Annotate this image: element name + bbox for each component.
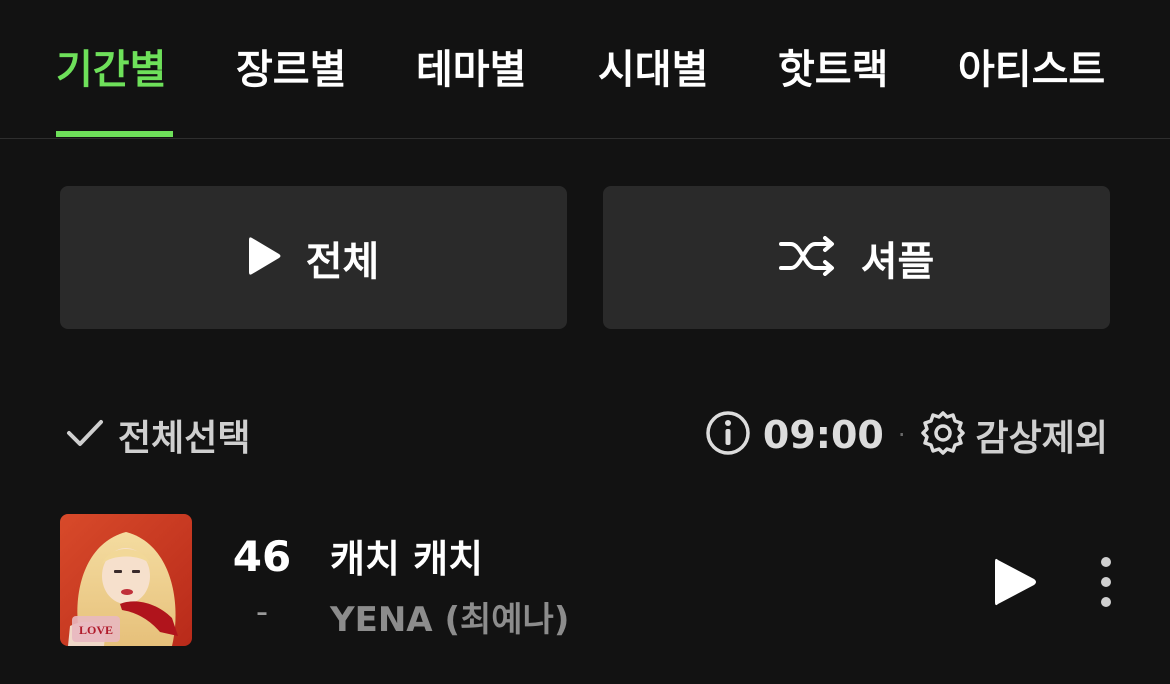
gear-icon[interactable] xyxy=(920,410,966,460)
exclude-label[interactable]: 감상제외 xyxy=(976,409,1108,461)
track-row[interactable]: LOVE 46 - 캐치 캐치 YENA (최예나) xyxy=(0,514,1170,648)
tab-theme[interactable]: 테마별 xyxy=(416,40,526,100)
tab-period[interactable]: 기간별 xyxy=(56,40,166,100)
play-icon xyxy=(995,558,1036,606)
shuffle-label: 셔플 xyxy=(860,238,935,285)
play-all-label: 전체 xyxy=(305,238,380,285)
category-tab-bar: 기간별 장르별 테마별 시대별 핫트랙 아티스트 xyxy=(0,0,1170,139)
shuffle-button[interactable]: 셔플 xyxy=(603,186,1110,329)
shuffle-icon xyxy=(778,235,837,280)
track-title[interactable]: 캐치 캐치 xyxy=(330,528,483,583)
track-artist[interactable]: YENA (최예나) xyxy=(330,592,569,641)
active-tab-indicator xyxy=(56,131,173,137)
rank-change: - xyxy=(255,592,269,632)
more-vertical-icon xyxy=(1101,557,1111,607)
tab-hot-track[interactable]: 핫트랙 xyxy=(778,40,888,100)
svg-text:LOVE: LOVE xyxy=(79,623,113,637)
list-toolbar: 전체선택 09:00 · 감상제외 xyxy=(0,405,1170,465)
tab-artist[interactable]: 아티스트 xyxy=(958,40,1105,100)
track-play-button[interactable] xyxy=(990,554,1040,610)
check-icon xyxy=(66,418,104,452)
track-rank: 46 xyxy=(232,532,292,581)
chart-time: 09:00 xyxy=(762,413,884,457)
info-icon[interactable] xyxy=(705,410,751,460)
select-all-toggle[interactable]: 전체선택 xyxy=(66,405,250,465)
tab-genre[interactable]: 장르별 xyxy=(236,40,346,100)
album-cover[interactable]: LOVE xyxy=(60,514,192,646)
play-all-button[interactable]: 전체 xyxy=(60,186,567,329)
separator-dot: · xyxy=(897,421,906,449)
select-all-label: 전체선택 xyxy=(118,418,251,459)
tab-era[interactable]: 시대별 xyxy=(598,40,708,100)
play-icon xyxy=(248,235,282,281)
more-options-button[interactable] xyxy=(1088,550,1124,614)
